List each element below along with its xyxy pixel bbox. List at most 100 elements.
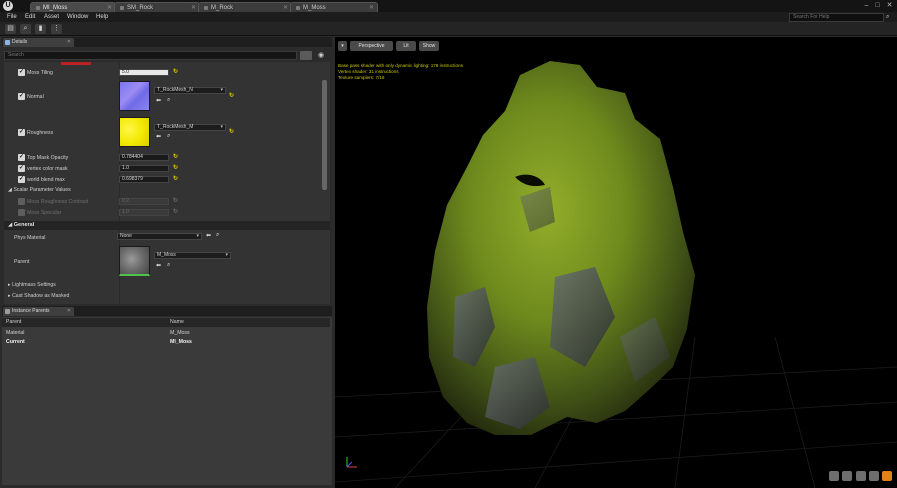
close-icon[interactable]: ✕: [107, 4, 112, 11]
menu-asset[interactable]: Asset: [44, 13, 59, 21]
table-row-name-cell[interactable]: MI_Moss: [170, 339, 192, 345]
world-blend-max-checkbox[interactable]: ✓: [18, 176, 25, 183]
close-icon[interactable]: ✕: [191, 4, 196, 11]
close-icon[interactable]: ✕: [283, 4, 288, 11]
close-window-button[interactable]: ✕: [885, 1, 894, 10]
normal-checkbox[interactable]: ✓: [18, 93, 25, 100]
menu-help[interactable]: Help: [96, 13, 108, 21]
lit-button[interactable]: Lit: [396, 41, 416, 51]
parent-label: Parent: [14, 259, 30, 265]
tab-mi-moss[interactable]: MI_Moss ✕: [30, 2, 116, 12]
reset-arrow-icon[interactable]: ↻: [173, 175, 178, 182]
tab-m-moss[interactable]: M_Moss ✕: [290, 2, 378, 12]
normal-texture-combo[interactable]: T_RockMesh_N ▾: [154, 87, 226, 94]
roughness-texture-thumbnail[interactable]: [119, 117, 150, 147]
details-scrollbar[interactable]: [322, 80, 327, 190]
normal-texture-thumbnail[interactable]: [119, 81, 150, 111]
lightmass-settings-group[interactable]: ▸ Lightmass Settings: [8, 282, 56, 288]
vertex-color-mask-input[interactable]: 1.0: [119, 165, 169, 172]
column-header-parent[interactable]: Parent: [6, 318, 21, 327]
eye-icon[interactable]: ◉: [314, 51, 328, 60]
tab-m-rock[interactable]: M_Rock ✕: [198, 2, 292, 12]
use-selected-arrow-icon[interactable]: ⬅: [206, 232, 211, 239]
table-row-name-cell[interactable]: M_Moss: [170, 330, 190, 336]
tab-details[interactable]: Details ✕: [3, 38, 74, 47]
moss-roughness-contrast-input[interactable]: 0.2: [119, 198, 169, 205]
top-mask-opacity-input[interactable]: 0.784404: [119, 154, 169, 161]
stats-icon[interactable]: ▮: [35, 24, 46, 34]
normal-texture-name: T_RockMesh_N: [157, 87, 193, 93]
reset-arrow-icon[interactable]: ↻: [173, 68, 178, 75]
preview-cylinder-icon[interactable]: [829, 471, 839, 481]
use-selected-arrow-icon[interactable]: ⬅: [156, 262, 161, 269]
world-blend-max-input[interactable]: 0.698379: [119, 176, 169, 183]
cast-shadow-as-masked-row[interactable]: ▸ Cast Shadow as Masked: [8, 293, 69, 299]
viewport-scene: [335, 61, 897, 488]
viewport-options-dropdown[interactable]: ▾: [338, 41, 347, 51]
moss-roughness-contrast-label: Moss Roughness Contrast: [27, 199, 89, 205]
tab-instance-parents-label: Instance Parents: [12, 308, 50, 314]
menu-edit[interactable]: Edit: [25, 13, 35, 21]
general-label: General: [13, 222, 35, 228]
details-search-input[interactable]: Search: [4, 51, 297, 60]
details-panel: ✓ Moss Tiling 5.0 ↻ ✓ Normal T_RockMesh_…: [4, 62, 330, 304]
moss-specular-checkbox[interactable]: ✓: [18, 209, 25, 216]
reset-arrow-icon[interactable]: ↻: [173, 208, 178, 215]
chevron-right-icon: ▸: [8, 282, 11, 288]
moss-specular-input[interactable]: 1.0: [119, 209, 169, 216]
use-selected-arrow-icon[interactable]: ⬅: [156, 97, 161, 104]
find-in-browser-icon[interactable]: ⌕: [20, 24, 31, 34]
roughness-texture-combo[interactable]: T_RockMesh_M ▾: [154, 124, 226, 131]
save-icon[interactable]: ▤: [5, 24, 16, 34]
browse-search-icon[interactable]: ⌕: [167, 97, 170, 104]
table-row-parent-cell[interactable]: Material: [6, 330, 24, 336]
reset-arrow-icon[interactable]: ↻: [173, 197, 178, 204]
viewport[interactable]: [335, 37, 897, 488]
tab-label: MI_Moss: [43, 4, 68, 11]
tab-sm-rock[interactable]: SM_Rock ✕: [114, 2, 200, 12]
unreal-logo[interactable]: U: [3, 1, 13, 11]
table-row-parent-cell[interactable]: Current: [6, 339, 25, 345]
browse-search-icon[interactable]: ⌕: [167, 262, 170, 269]
column-header-name[interactable]: Name: [170, 318, 184, 327]
view-options-grid-icon[interactable]: [300, 51, 312, 60]
vertex-color-mask-checkbox[interactable]: ✓: [18, 165, 25, 172]
roughness-checkbox[interactable]: ✓: [18, 129, 25, 136]
vertex-color-mask-label: vertex color mask: [27, 166, 68, 172]
reset-arrow-icon[interactable]: ↻: [173, 164, 178, 171]
top-mask-opacity-checkbox[interactable]: ✓: [18, 154, 25, 161]
preview-sphere-icon[interactable]: [842, 471, 852, 481]
moss-tiling-checkbox[interactable]: ✓: [18, 69, 25, 76]
reset-arrow-icon[interactable]: ↻: [229, 128, 234, 135]
close-icon[interactable]: ✕: [369, 4, 374, 11]
menu-file[interactable]: File: [7, 13, 17, 21]
preview-mesh-icon[interactable]: [882, 471, 892, 481]
close-icon[interactable]: ✕: [67, 38, 71, 47]
browse-search-icon[interactable]: ⌕: [216, 232, 219, 239]
preview-cube-icon[interactable]: [869, 471, 879, 481]
reset-arrow-icon[interactable]: ↻: [229, 92, 234, 99]
hierarchy-icon[interactable]: ⋮: [51, 24, 62, 34]
close-icon[interactable]: ✕: [67, 307, 71, 316]
scalar-parameter-values-group[interactable]: ◢ Scalar Parameter Values: [8, 187, 71, 193]
minimize-button[interactable]: –: [862, 1, 871, 10]
maximize-button[interactable]: □: [873, 1, 882, 10]
menu-window[interactable]: Window: [67, 13, 88, 21]
moss-roughness-contrast-checkbox[interactable]: ✓: [18, 198, 25, 205]
search-icon[interactable]: ⌕: [886, 13, 895, 22]
general-category-header[interactable]: ◢ General: [4, 221, 330, 230]
moss-tiling-input[interactable]: 5.0: [119, 69, 169, 76]
details-icon: [5, 40, 10, 45]
use-selected-arrow-icon[interactable]: ⬅: [156, 133, 161, 140]
browse-search-icon[interactable]: ⌕: [167, 133, 170, 140]
phys-material-combo[interactable]: None ▾: [117, 233, 202, 240]
preview-plane-icon[interactable]: [856, 471, 866, 481]
show-button[interactable]: Show: [419, 41, 439, 51]
perspective-button[interactable]: Perspective: [350, 41, 393, 51]
help-search-input[interactable]: Search For Help: [789, 13, 884, 22]
chevron-down-icon: ◢: [8, 187, 12, 193]
parent-material-combo[interactable]: M_Moss ▾: [154, 252, 231, 259]
tab-instance-parents[interactable]: Instance Parents ✕: [3, 307, 74, 316]
parent-material-thumbnail[interactable]: [119, 246, 150, 276]
reset-arrow-icon[interactable]: ↻: [173, 153, 178, 160]
